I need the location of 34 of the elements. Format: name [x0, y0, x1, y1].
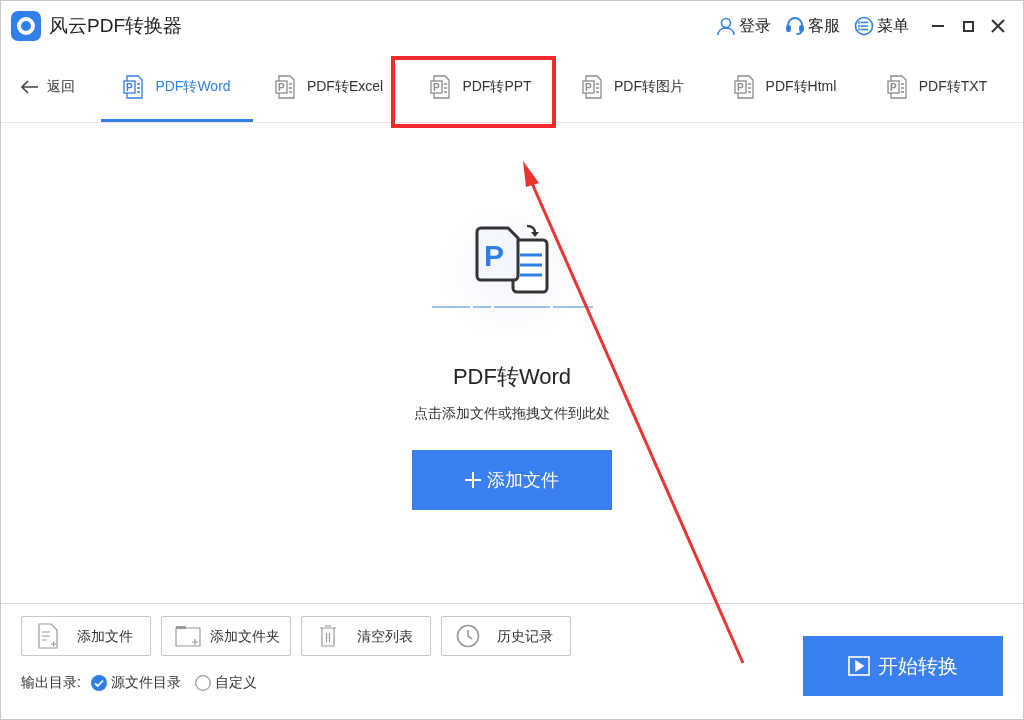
toolbar-button[interactable]: 清空列表 — [301, 616, 431, 656]
play-icon — [848, 656, 870, 676]
folder-add-icon — [175, 625, 201, 647]
back-button[interactable]: 返回 — [1, 51, 101, 122]
trash-icon — [319, 625, 337, 647]
app-logo-icon — [11, 11, 41, 41]
window-title: 风云PDF转换器 — [49, 13, 182, 38]
file-add-icon — [38, 623, 58, 649]
headset-icon — [785, 16, 805, 36]
add-file-button[interactable]: 添加文件 — [412, 450, 612, 510]
plus-icon — [465, 472, 481, 488]
clock-icon — [456, 624, 480, 648]
close-icon — [991, 19, 1005, 33]
toolbar-button[interactable]: 添加文件 — [21, 616, 151, 656]
header-link[interactable]: 客服 — [785, 14, 840, 38]
conversion-tab[interactable]: P PDF转PPT — [405, 51, 557, 122]
start-conversion-button[interactable]: 开始转换 — [803, 636, 1003, 696]
menu-icon — [854, 16, 874, 36]
output-label: 输出目录: — [21, 673, 81, 692]
user-icon — [716, 16, 736, 36]
conversion-tab[interactable]: P PDF转Html — [709, 51, 861, 122]
header-link[interactable]: 菜单 — [854, 14, 909, 38]
back-arrow-icon — [21, 79, 39, 94]
header-link[interactable]: 登录 — [716, 14, 771, 38]
drop-zone-title: PDF转Word — [452, 363, 572, 391]
conversion-tab[interactable]: P PDF转图片 — [557, 51, 709, 122]
conversion-tab[interactable]: P PDF转Excel — [253, 51, 405, 122]
drop-zone-hint: 点击添加文件或拖拽文件到此处 — [414, 404, 610, 423]
conversion-tab[interactable]: P PDF转TXT — [861, 51, 1013, 122]
output-radio[interactable]: 自定义 — [194, 672, 257, 693]
output-radio[interactable]: 源文件目录 — [90, 672, 181, 693]
toolbar-button[interactable]: 添加文件夹 — [161, 616, 291, 656]
conversion-tab[interactable]: P PDF转Word — [101, 51, 253, 122]
toolbar-button[interactable]: 历史记录 — [441, 616, 571, 656]
